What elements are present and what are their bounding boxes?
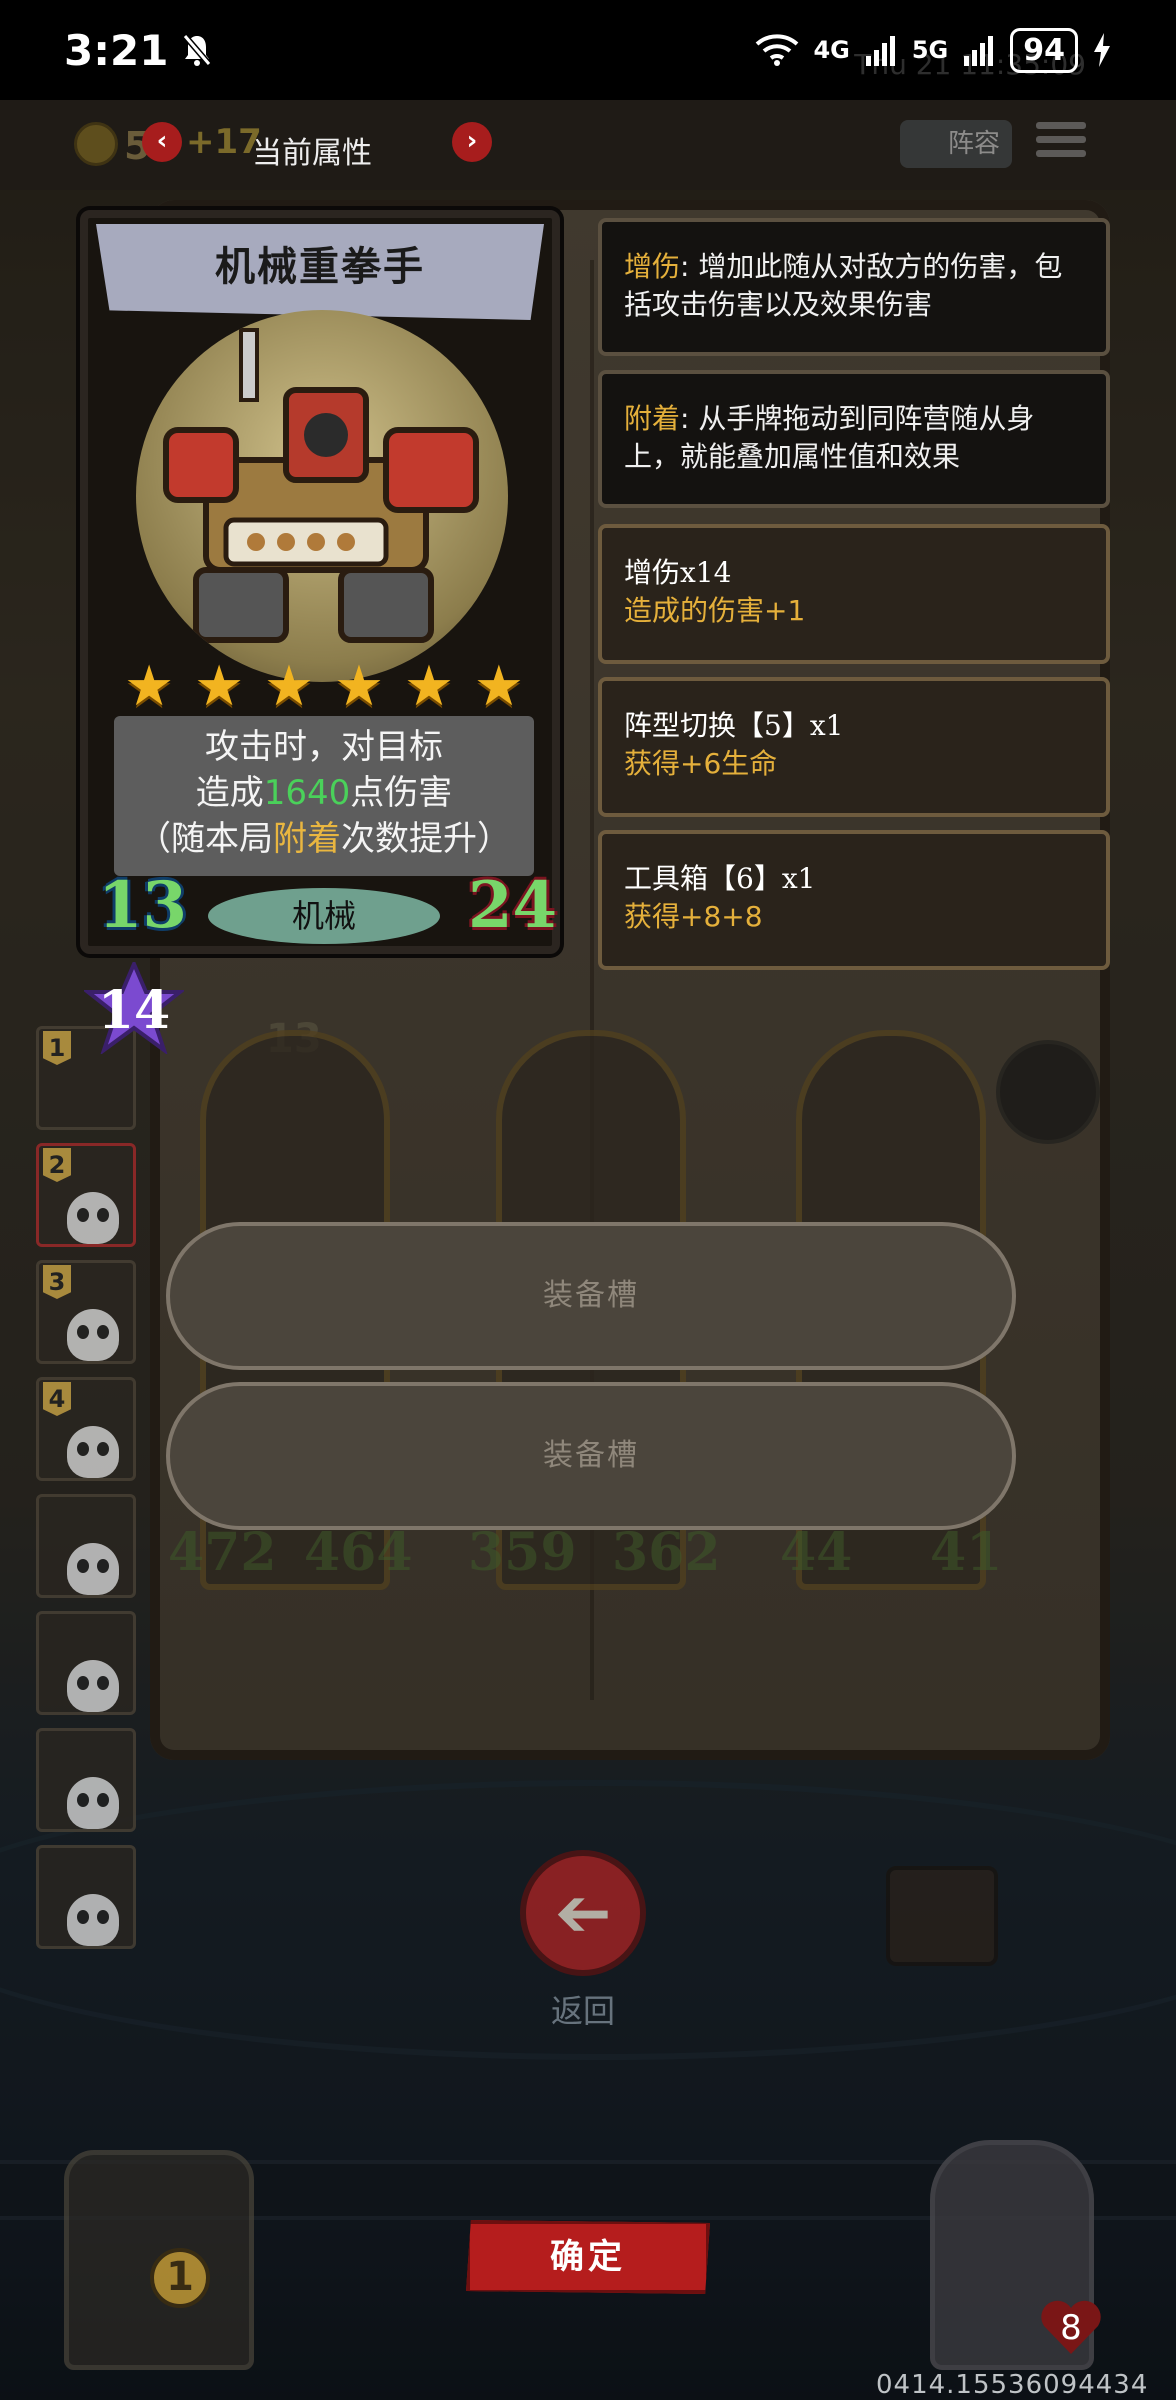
text: （随本局 bbox=[137, 819, 273, 859]
roster-slot[interactable]: 2 bbox=[36, 1143, 136, 1247]
buff-effect: 获得+6生命 bbox=[624, 747, 778, 780]
keyword-attach: 附着 bbox=[273, 819, 341, 859]
buff-title: 阵型切换【5】x1 bbox=[624, 709, 844, 742]
wifi-icon bbox=[756, 34, 799, 66]
card-tribe-tag: 机械 bbox=[208, 888, 440, 944]
text: 造成 bbox=[195, 773, 264, 813]
card-description: 攻击时，对目标 造成1640点伤害 （随本局附着次数提升） bbox=[114, 724, 534, 862]
slot-number: 2 bbox=[43, 1148, 71, 1182]
lineup-button[interactable]: 阵容 bbox=[900, 120, 1012, 168]
keyword-description: : 增加此随从对敌方的伤害，包括攻击伤害以及效果伤害 bbox=[624, 250, 1063, 321]
card-name: 机械重拳手 bbox=[215, 244, 425, 290]
back-label: 返回 bbox=[550, 1992, 615, 2030]
slot-number: 4 bbox=[43, 1382, 71, 1416]
page-title: 当前属性 bbox=[252, 136, 372, 171]
skull-icon bbox=[67, 1660, 119, 1712]
keyword: 增伤 bbox=[624, 250, 681, 283]
hero-level-badge: 1 bbox=[150, 2248, 210, 2308]
attack-stat: 13 bbox=[98, 868, 188, 943]
skull-icon bbox=[67, 1426, 119, 1478]
mute-bell-icon bbox=[183, 34, 212, 66]
roster-slot[interactable] bbox=[36, 1845, 136, 1949]
menu-icon[interactable] bbox=[1036, 122, 1086, 166]
equipment-slot[interactable]: 装备槽 bbox=[166, 1382, 1016, 1530]
keyword-description: : 从手牌拖动到同阵营随从身上，就能叠加属性值和效果 bbox=[624, 402, 1035, 473]
card-level: 14 bbox=[97, 980, 171, 1041]
skull-icon bbox=[67, 1192, 119, 1244]
card-level-badge: 14 bbox=[84, 962, 184, 1054]
keyword-text: 附着: 从手牌拖动到同阵营随从身上，就能叠加属性值和效果 bbox=[624, 400, 1084, 476]
buff-effect: 造成的伤害+1 bbox=[624, 594, 806, 627]
buff-panel: 工具箱【6】x1 获得+8+8 bbox=[598, 830, 1110, 970]
mech-boxer-portrait bbox=[136, 310, 508, 682]
slot-number: 1 bbox=[43, 1031, 71, 1065]
coin-delta: +17 bbox=[186, 122, 262, 162]
buff-effect: 获得+8+8 bbox=[624, 900, 763, 933]
star-icon: ★ bbox=[403, 654, 455, 719]
network-4g-label: 4G bbox=[813, 36, 850, 64]
build-id: 0414.15536094434 bbox=[876, 2370, 1149, 2400]
background-overlay-date: Thu 21 11:35:09 bbox=[854, 48, 1086, 81]
charging-bolt-icon bbox=[1094, 33, 1110, 67]
star-icon: ★ bbox=[124, 654, 175, 719]
buff-panel: 增伤x14 造成的伤害+1 bbox=[598, 524, 1110, 664]
clock: 3:21 bbox=[64, 25, 169, 75]
top-bar: 5 +17 ‹ 当前属性 › 阵容 bbox=[0, 100, 1176, 190]
robot-illustration-icon bbox=[163, 328, 479, 643]
skull-icon bbox=[67, 1543, 119, 1595]
buff-title: 增伤x14 bbox=[624, 556, 732, 589]
description-line: （随本局附着次数提升） bbox=[114, 816, 534, 862]
skull-icon bbox=[67, 1309, 119, 1361]
roster-slot[interactable]: 3 bbox=[36, 1260, 136, 1364]
text: 次数提升） bbox=[341, 819, 511, 859]
back-arrow-icon: ➔ bbox=[554, 1874, 612, 1953]
description-line: 攻击时，对目标 bbox=[205, 727, 443, 767]
status-time: 3:21 bbox=[64, 26, 212, 75]
confirm-button[interactable]: 确定 bbox=[466, 2220, 710, 2294]
damage-value: 1640 bbox=[263, 773, 351, 813]
buff-panel: 阵型切换【5】x1 获得+6生命 bbox=[598, 677, 1110, 817]
player-roster: 1 2 3 4 bbox=[36, 1026, 146, 1962]
skull-icon bbox=[67, 1894, 119, 1946]
star-icon: ★ bbox=[473, 654, 524, 719]
keyword: 附着 bbox=[624, 402, 681, 435]
buff-title: 工具箱【6】x1 bbox=[624, 862, 816, 895]
coin-icon bbox=[74, 122, 118, 166]
equipment-slot[interactable]: 装备槽 bbox=[166, 1222, 1016, 1370]
roster-slot[interactable] bbox=[36, 1494, 136, 1598]
keyword-panel-damage-boost: 增伤: 增加此随从对敌方的伤害，包括攻击伤害以及效果伤害 bbox=[598, 218, 1110, 356]
text: 点伤害 bbox=[350, 773, 453, 813]
prev-attribute-button[interactable]: ‹ bbox=[142, 122, 182, 162]
star-icon: ★ bbox=[263, 654, 315, 719]
status-bar: 3:21 4G 5G 94 Thu 21 11:35:09 bbox=[0, 0, 1176, 100]
description-line: 造成1640点伤害 bbox=[114, 770, 534, 816]
keyword-text: 增伤: 增加此随从对敌方的伤害，包括攻击伤害以及效果伤害 bbox=[624, 248, 1084, 324]
star-icon: ★ bbox=[193, 654, 245, 719]
roster-slot[interactable] bbox=[36, 1728, 136, 1832]
skull-icon bbox=[67, 1777, 119, 1829]
star-icon: ★ bbox=[333, 654, 385, 719]
back-button[interactable]: ➔ bbox=[520, 1850, 646, 1976]
minion-card: 机械重拳手 ★ ★ ★ ★ ★ ★ 攻击时，对目标 造成1640点伤害 （随本局… bbox=[80, 210, 560, 954]
roster-slot[interactable]: 4 bbox=[36, 1377, 136, 1481]
keyword-panel-attach: 附着: 从手牌拖动到同阵营随从身上，就能叠加属性值和效果 bbox=[598, 370, 1110, 508]
health-stat: 24 bbox=[468, 868, 558, 943]
roster-slot[interactable] bbox=[36, 1611, 136, 1715]
next-attribute-button[interactable]: › bbox=[452, 122, 492, 162]
star-rating: ★ ★ ★ ★ ★ ★ bbox=[124, 654, 524, 719]
slot-number: 3 bbox=[43, 1265, 71, 1299]
